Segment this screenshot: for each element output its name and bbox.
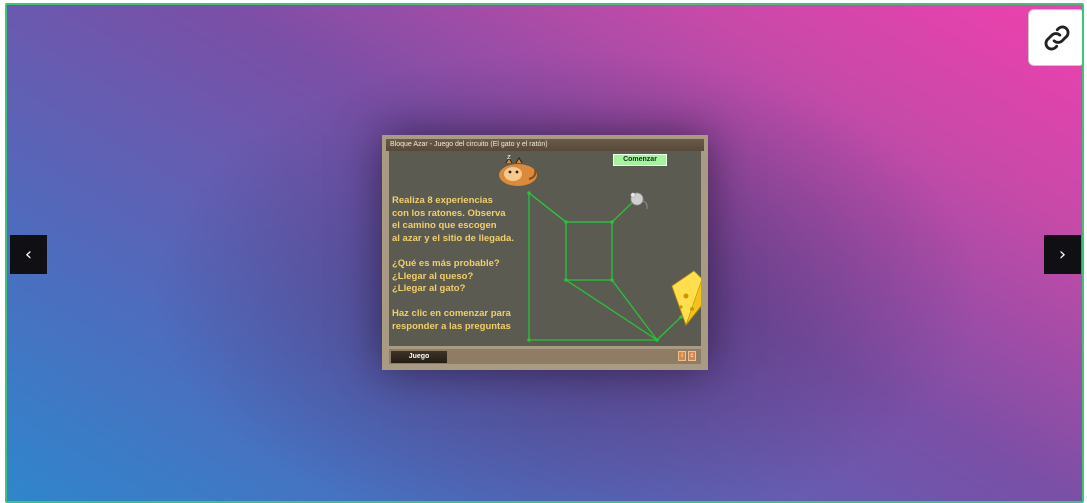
- link-button[interactable]: [1028, 9, 1082, 66]
- mouse-icon: [630, 192, 648, 210]
- carousel-stage: ‹ › Bloque Azar - Juego del circuito (El…: [5, 3, 1084, 503]
- applet-window: Bloque Azar - Juego del circuito (El gat…: [382, 135, 708, 370]
- instruction-line: con los ratones. Observa: [392, 207, 506, 219]
- instructions-text: Realiza 8 experiencias con los ratones. …: [392, 195, 542, 334]
- previous-slide-button[interactable]: ‹: [10, 235, 47, 274]
- instruction-line: ¿Llegar al queso?: [392, 270, 474, 282]
- cheese-icon: [671, 270, 701, 327]
- circuit-paths: [528, 192, 682, 341]
- comenzar-button[interactable]: Comenzar: [613, 154, 667, 166]
- instruction-line: el camino que escogen: [392, 220, 497, 232]
- instruction-line: responder a las preguntas: [392, 320, 511, 332]
- circuit-nodes: [527, 191, 683, 342]
- instruction-line: Haz clic en comenzar para: [392, 308, 511, 320]
- applet-bottom-bar: Juego i c: [389, 349, 701, 364]
- instruction-line: Realiza 8 experiencias: [392, 195, 493, 206]
- tab-juego[interactable]: Juego: [391, 351, 447, 363]
- cat-icon: z: [499, 153, 537, 186]
- next-slide-button[interactable]: ›: [1044, 235, 1081, 274]
- link-icon: [1044, 25, 1069, 50]
- instruction-line: al azar y el sitio de llegada.: [392, 232, 514, 244]
- instruction-line: ¿Llegar al gato?: [392, 283, 466, 295]
- chevron-right-icon: ›: [1058, 243, 1067, 265]
- info-button[interactable]: i: [678, 351, 686, 361]
- chevron-left-icon: ‹: [24, 243, 33, 265]
- applet-title: Bloque Azar - Juego del circuito (El gat…: [386, 139, 704, 151]
- credits-button[interactable]: c: [688, 351, 696, 361]
- svg-text:z: z: [507, 153, 511, 161]
- game-canvas[interactable]: z Comenzar Realiza 8 experiencias con lo…: [389, 151, 701, 346]
- instruction-line: ¿Qué es más probable?: [392, 257, 500, 269]
